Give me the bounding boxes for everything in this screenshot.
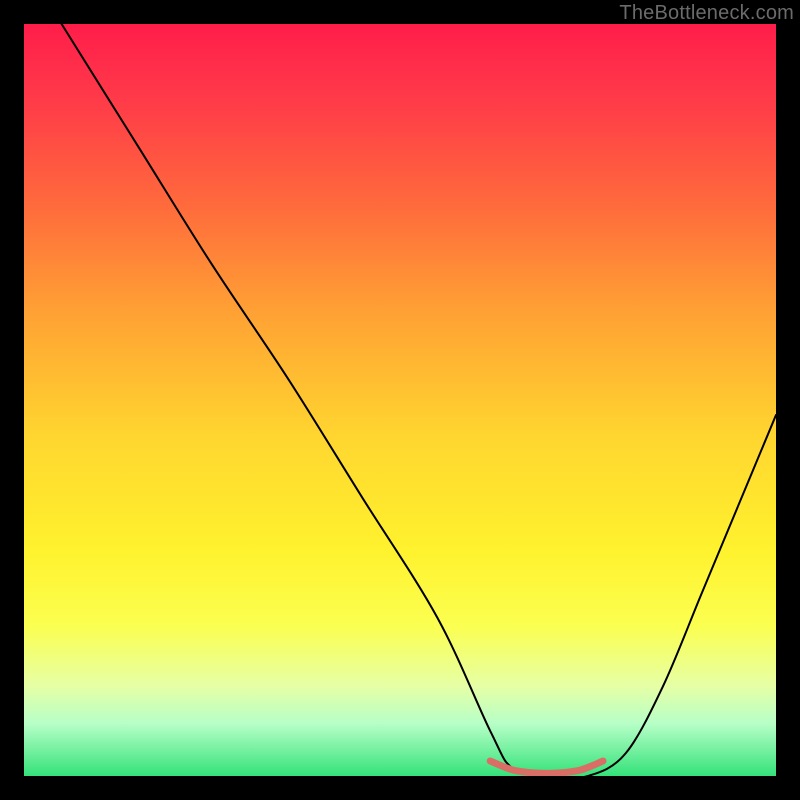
watermark-text: TheBottleneck.com [619,2,794,25]
bottleneck-curve [62,24,776,776]
chart-frame [24,24,776,776]
chart-svg [24,24,776,776]
